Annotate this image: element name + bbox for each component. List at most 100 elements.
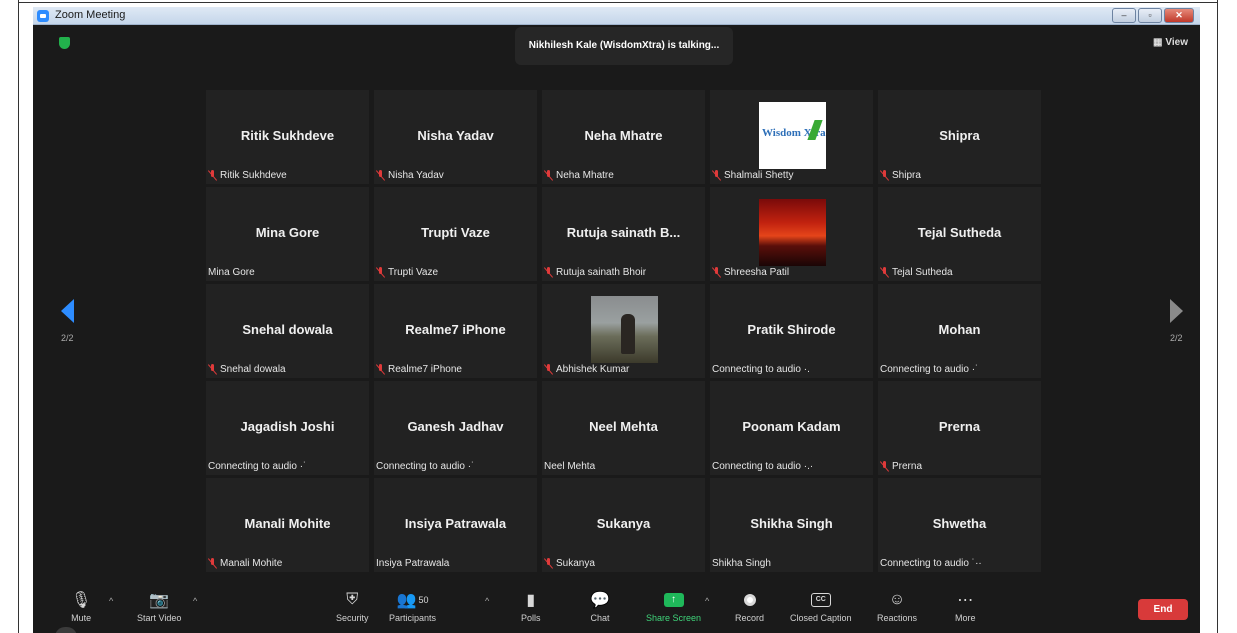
participant-tile[interactable]: Insiya Patrawala Insiya Patrawala — [374, 478, 537, 572]
page-indicator-right: 2/2 — [1170, 333, 1183, 343]
participant-tile[interactable]: Tejal Sutheda Tejal Sutheda — [878, 187, 1041, 281]
audio-options-caret-icon[interactable]: ^ — [109, 596, 113, 606]
participant-display-name: Snehal dowala — [242, 322, 333, 337]
participant-tile[interactable]: Sukanya Sukanya — [542, 478, 705, 572]
participant-label-text: Snehal dowala — [220, 364, 286, 375]
participant-tile[interactable]: Prerna Prerna — [878, 381, 1041, 475]
participant-name-label: Neel Mehta — [544, 461, 595, 472]
muted-mic-icon — [376, 364, 385, 375]
left-border — [0, 0, 19, 633]
next-page-arrow-icon[interactable] — [1170, 299, 1183, 323]
participant-tile[interactable]: Jagadish Joshi Connecting to audio ·˙ — [206, 381, 369, 475]
participant-label-text: Insiya Patrawala — [376, 558, 450, 569]
close-button[interactable]: ✕ — [1164, 8, 1194, 23]
participant-tile[interactable]: Neha Mhatre Neha Mhatre — [542, 90, 705, 184]
participant-name-label: Connecting to audio ·˙ — [376, 461, 474, 472]
participant-label-text: Sukanya — [556, 558, 595, 569]
participant-label-text: Connecting to audio ˙·· — [880, 558, 982, 569]
participant-tile[interactable]: Poonam Kadam Connecting to audio ·.· — [710, 381, 873, 475]
right-border — [1217, 0, 1237, 633]
video-options-caret-icon[interactable]: ^ — [193, 596, 197, 606]
previous-page-arrow-icon[interactable] — [61, 299, 74, 323]
view-label: View — [1165, 37, 1188, 48]
more-icon: ⋯ — [957, 592, 974, 609]
participant-tile[interactable]: Abhishek Kumar — [542, 284, 705, 378]
participants-options-caret-icon[interactable]: ^ — [485, 596, 489, 606]
participant-tile[interactable]: Shreesha Patil — [710, 187, 873, 281]
muted-mic-icon — [544, 364, 553, 375]
muted-mic-icon — [376, 170, 385, 181]
security-button[interactable]: ⛨ Security — [336, 589, 369, 623]
participant-tile[interactable]: Shwetha Connecting to audio ˙·· — [878, 478, 1041, 572]
more-button[interactable]: ⋯ More — [955, 589, 976, 623]
window-controls: – ▫ ✕ — [1112, 8, 1194, 23]
participant-label-text: Shipra — [892, 170, 921, 181]
record-icon — [743, 594, 756, 606]
participant-tile[interactable]: Trupti Vaze Trupti Vaze — [374, 187, 537, 281]
end-button[interactable]: End — [1138, 599, 1188, 620]
participant-tile[interactable]: Nisha Yadav Nisha Yadav — [374, 90, 537, 184]
participant-tile[interactable]: Realme7 iPhone Realme7 iPhone — [374, 284, 537, 378]
participant-tile[interactable]: Mohan Connecting to audio ·˙ — [878, 284, 1041, 378]
participant-name-label: Trupti Vaze — [376, 267, 438, 278]
participant-display-name: Realme7 iPhone — [405, 322, 506, 337]
participant-label-text: Neel Mehta — [544, 461, 596, 472]
participant-display-name: Pratik Shirode — [747, 322, 836, 337]
participant-name-label: Connecting to audio ·˙ — [208, 461, 306, 472]
muted-mic-icon — [208, 364, 217, 375]
participant-label-text: Connecting to audio ·. — [712, 364, 810, 375]
screenshot-frame: Zoom Meeting – ▫ ✕ Nikhilesh Kale (Wisdo… — [0, 0, 1237, 633]
muted-mic-icon — [544, 558, 553, 569]
participant-label-text: Trupti Vaze — [388, 267, 439, 278]
participant-display-name: Poonam Kadam — [742, 419, 841, 434]
participant-name-label: Sukanya — [544, 558, 595, 569]
participant-label-text: Connecting to audio ·˙ — [880, 364, 979, 375]
participant-tile[interactable]: Neel Mehta Neel Mehta — [542, 381, 705, 475]
mute-button[interactable]: 🎙 Mute — [71, 589, 91, 623]
participant-label-text: Shikha Singh — [712, 558, 771, 569]
participant-label-text: Rutuja sainath Bhoir — [556, 267, 647, 278]
participant-tile[interactable]: Shikha Singh Shikha Singh — [710, 478, 873, 572]
share-screen-button[interactable]: ↑ Share Screen — [646, 589, 701, 623]
participant-tile[interactable]: Wisdom Xtra Shalmali Shetty — [710, 90, 873, 184]
participant-name-label: Abhishek Kumar — [544, 364, 629, 375]
participant-tile[interactable]: Manali Mohite Manali Mohite — [206, 478, 369, 572]
share-options-caret-icon[interactable]: ^ — [705, 596, 709, 606]
participant-tile[interactable]: Rutuja sainath B... Rutuja sainath Bhoir — [542, 187, 705, 281]
start-video-button[interactable]: 📷 Start Video — [137, 589, 181, 623]
participant-display-name: Neel Mehta — [589, 419, 658, 434]
participant-display-name: Neha Mhatre — [584, 128, 663, 143]
participant-tile[interactable]: Mina Gore Mina Gore — [206, 187, 369, 281]
participant-name-label: Rutuja sainath Bhoir — [544, 267, 646, 278]
participant-display-name: Mina Gore — [255, 225, 320, 240]
participant-display-name: Mohan — [938, 322, 981, 337]
participant-tile[interactable]: Snehal dowala Snehal dowala — [206, 284, 369, 378]
encryption-shield-icon[interactable] — [59, 37, 70, 49]
participant-tile[interactable]: Pratik Shirode Connecting to audio ·. — [710, 284, 873, 378]
muted-mic-icon — [880, 461, 889, 472]
page-indicator-left: 2/2 — [61, 333, 74, 343]
participant-name-label: Manali Mohite — [208, 558, 282, 569]
chat-button[interactable]: 💬 Chat — [590, 589, 610, 623]
polls-button[interactable]: ▮ Polls — [521, 589, 541, 623]
maximize-button[interactable]: ▫ — [1138, 8, 1162, 23]
participants-count: 50 — [418, 595, 429, 605]
participant-display-name: Insiya Patrawala — [404, 516, 507, 531]
participant-name-label: Connecting to audio ˙·· — [880, 558, 982, 569]
shield-icon: ⛨ — [346, 591, 359, 608]
participant-label-text: Shalmali Shetty — [724, 170, 794, 181]
participant-tile[interactable]: Ganesh Jadhav Connecting to audio ·˙ — [374, 381, 537, 475]
zoom-app-icon — [37, 10, 49, 22]
reactions-button[interactable]: ☺ Reactions — [877, 589, 917, 623]
participants-button[interactable]: 👥 50 Participants — [389, 589, 436, 623]
participant-tile[interactable]: Ritik Sukhdeve Ritik Sukhdeve — [206, 90, 369, 184]
participant-name-label: Insiya Patrawala — [376, 558, 449, 569]
closed-caption-button[interactable]: CC Closed Caption — [790, 589, 852, 623]
participant-display-name: Shipra — [939, 128, 980, 143]
title-bar: Zoom Meeting – ▫ ✕ — [33, 7, 1200, 25]
record-button[interactable]: Record — [735, 589, 764, 623]
view-button[interactable]: ▦ View — [1153, 37, 1188, 48]
participant-tile[interactable]: Shipra Shipra — [878, 90, 1041, 184]
minimize-button[interactable]: – — [1112, 8, 1136, 23]
chat-icon: 💬 — [590, 592, 610, 609]
